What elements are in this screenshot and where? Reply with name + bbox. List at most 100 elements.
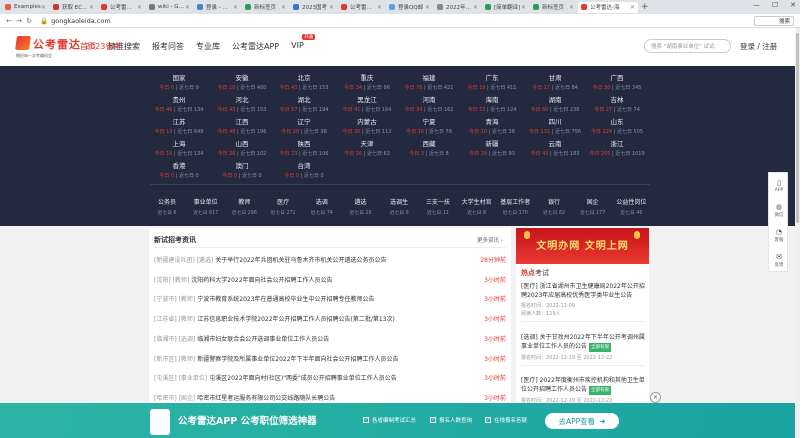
category-item[interactable]: 国企 近七日 177 [575,197,611,216]
category-item[interactable]: 基层工作者 近七日 170 [497,197,533,216]
category-item[interactable]: 事业单位 近七日 617 [188,197,224,216]
province-item[interactable]: 河北 今日 43 | 近七日 153 [211,94,273,113]
browser-tab[interactable]: 登录 - 素材 ✕ [194,2,241,13]
province-item[interactable]: 甘肃 今日 17 | 近七日 84 [524,72,586,91]
province-item[interactable]: 澳门 今日 0 | 近七日 0 [211,160,273,179]
province-item[interactable]: 宁夏 今日 16 | 近七日 78 [398,116,460,135]
tab-close-icon[interactable]: ✕ [281,4,286,11]
float-wechat-button[interactable]: ◍ 微信 [769,198,789,223]
news-row[interactable]: [沈阳] [教师] 沈阳药科大学2022年面向社会公开招聘工作人员公告 3小时前 [154,275,506,284]
province-item[interactable]: 香港 今日 0 | 近七日 0 [148,160,210,179]
news-title-link[interactable]: 哈密市红星者运服务有限公司公交线路随队长聘公告 [197,393,335,402]
province-item[interactable]: 北京 今日 43 | 近七日 153 [273,72,335,91]
news-title-link[interactable]: 屯溪区2022年面向村(社区)"两委"成员公开招聘事业单位工作人员公告 [209,373,396,382]
province-item[interactable]: 内蒙古 今日 35 | 近七日 112 [336,116,398,135]
news-title-link[interactable]: 宁波市教育系统2023年在普通高校毕业生中公开招聘专任教师公告 [197,294,374,303]
browser-tab[interactable]: wiki - Goo ✕ [146,2,193,13]
news-row[interactable]: [临湘市] [选调] 临湘市妇女联合会公开选调事业单位工作人员公告 3小时前 [154,334,506,343]
province-item[interactable]: 山东 今日 124 | 近七日 505 [586,116,648,135]
url-field[interactable]: 🔒 gongkaoleida.com [40,17,111,25]
new-tab-icon[interactable]: + [641,2,649,12]
news-title-link[interactable]: 新疆警察学院及所属事业单位2022年下半年面向社会公开招聘工作人员公告 [197,354,398,363]
province-item[interactable]: 黑龙江 今日 41 | 近七日 164 [336,94,398,113]
hot-exam-item[interactable]: [选调] 关于甘孜州2022年下半年公开考调州属事业单位工作人员的公告 全部有限报… [521,333,645,366]
province-item[interactable]: 贵州 今日 46 | 近七日 134 [148,94,210,113]
province-item[interactable]: 山西 今日 26 | 近七日 102 [211,138,273,157]
province-item[interactable]: 四川 今日 131 | 近七日 756 [524,116,586,135]
browser-tab[interactable]: 2022年事业✕ [434,2,481,13]
browser-tab[interactable]: 2023国考 ✕ [290,2,337,13]
province-item[interactable]: 安徽 今日 10 | 近七日 460 [211,72,273,91]
browser-tab[interactable]: 公考雷达-海 ✕ [338,2,385,13]
province-item[interactable]: 西藏 今日 3 | 近七日 8 [398,138,460,157]
browser-tab[interactable]: Examples ✕ [2,2,49,13]
province-item[interactable]: 云南 今日 43 | 近七日 183 [524,138,586,157]
browser-tab[interactable]: 登录QQ邮 ✕ [386,2,433,13]
news-row[interactable]: [哈密市] [国企] 哈密市红星者运服务有限公司公交线路随队长聘公告 3小时前 [154,393,506,402]
news-title-link[interactable]: 临湘市妇女联合会公开选调事业单位工作人员公告 [197,334,329,343]
province-item[interactable]: 辽宁 今日 20 | 近七日 98 [273,116,335,135]
province-item[interactable]: 陕西 今日 23 | 近七日 106 [273,138,335,157]
tab-close-icon[interactable]: ✕ [569,4,574,11]
news-row[interactable]: [屯溪区] [事业单位] 屯溪区2022年面向村(社区)"两委"成员公开招聘事业单… [154,373,506,382]
category-item[interactable]: 大学生村官 近七日 8 [459,197,495,216]
news-title-link[interactable]: 江苏信息职业技术学院2022年公开招聘工作人员招聘公告(第二批/第13次) [197,314,395,323]
province-item[interactable]: 台湾 今日 0 | 近七日 0 [273,160,335,179]
news-row[interactable]: [宁波市] [教师] 宁波市教育系统2023年在普通高校毕业生中公开招聘专任教师公… [154,294,506,303]
province-item[interactable]: 吉林 今日 27 | 近七日 74 [586,94,648,113]
news-row[interactable]: [江苏省] [教师] 江苏信息职业技术学院2022年公开招聘工作人员招聘公告(第二… [154,314,506,323]
site-search-input[interactable]: 搜索 "湖南事业单位" 试试 [644,39,731,53]
province-item[interactable]: 海南 今日 23 | 近七日 124 [461,94,523,113]
float-phone-button[interactable]: ▯ APP [769,173,789,198]
news-title-link[interactable]: 沈阳药科大学2022年面向社会公开招聘工作人员公告 [191,275,332,284]
province-item[interactable]: 上海 今日 16 | 近七日 134 [148,138,210,157]
browser-tab[interactable]: [简单翻译] ✕ [482,2,529,13]
tab-close-icon[interactable]: ✕ [185,4,190,11]
news-title-link[interactable]: 关于举行2022年兵团机关驻乌鲁木齐市机关公开遴选公务员公告 [215,255,386,264]
promo-close-icon[interactable]: ✕ [650,392,661,403]
nav-item[interactable]: 公考雷达APP [232,41,279,52]
news-more-link[interactable]: 更多资讯 › [477,236,503,244]
float-feedback-button[interactable]: ✉ 反馈 [769,248,789,273]
province-item[interactable]: 湖北 今日 57 | 近七日 194 [273,94,335,113]
browser-tab[interactable]: 公考雷达-海 ✕ [98,2,145,13]
province-item[interactable]: 湖南 今日 60 | 近七日 238 [524,94,586,113]
nav-item[interactable]: 专业库 [196,41,220,52]
browser-tab[interactable]: 新标签页 ✕ [242,2,289,13]
browser-tab[interactable]: 新标签页 ✕ [530,2,577,13]
browser-tab[interactable]: 获取 EChar ✕ [50,2,97,13]
close-icon[interactable]: ✕ [790,1,796,9]
float-headset-button[interactable]: ◔ 客服 [769,223,789,248]
category-item[interactable]: 公务员 近七日 6 [149,197,185,216]
province-item[interactable]: 新疆 今日 29 | 近七日 93 [461,138,523,157]
province-item[interactable]: 广西 今日 50 | 近七日 345 [586,72,648,91]
nav-item[interactable]: 2023省考 [85,41,209,52]
minimize-icon[interactable]: — [753,1,760,9]
tab-close-icon[interactable]: ✕ [425,4,430,11]
category-item[interactable]: 银行 近七日 82 [536,197,572,216]
civility-banner[interactable]: 文明办网 文明上网 [516,228,649,264]
tab-close-icon[interactable]: ✕ [377,4,382,11]
news-row[interactable]: [新市区] [教师] 新疆警察学院及所属事业单位2022年下半年面向社会公开招聘工… [154,354,506,363]
province-item[interactable]: 广东 今日 19 | 近七日 411 [461,72,523,91]
browser-tab[interactable]: 公考雷达-海 ✕ [578,1,638,13]
browser-search-box[interactable]: 搜索 [754,16,794,26]
maximize-icon[interactable]: ☐ [772,1,778,9]
province-item[interactable]: 河南 今日 34 | 近七日 162 [398,94,460,113]
reload-icon[interactable]: ↻ [24,17,34,25]
tab-close-icon[interactable]: ✕ [329,4,334,11]
page-scrollbar[interactable] [795,28,800,438]
province-item[interactable]: 青海 今日 10 | 近七日 38 [461,116,523,135]
open-app-button[interactable]: 去APP查看 ➜ [545,413,619,429]
scrollbar-thumb[interactable] [796,33,799,223]
tab-close-icon[interactable]: ✕ [137,4,142,11]
category-item[interactable]: 医疗 近七日 272 [265,197,301,216]
site-logo[interactable]: 公考雷达 捕捉每一次考编机会 [15,36,81,58]
category-item[interactable]: 遴选 近七日 26 [343,197,379,216]
province-item[interactable]: 浙江 今日 205 | 近七日 1019 [586,138,648,157]
province-item[interactable]: 重庆 今日 34 | 近七日 96 [336,72,398,91]
province-item[interactable]: 福建 今日 76 | 近七日 421 [398,72,460,91]
tab-close-icon[interactable]: ✕ [521,4,526,11]
tab-close-icon[interactable]: ✕ [41,4,46,11]
tab-close-icon[interactable]: ✕ [630,4,635,11]
